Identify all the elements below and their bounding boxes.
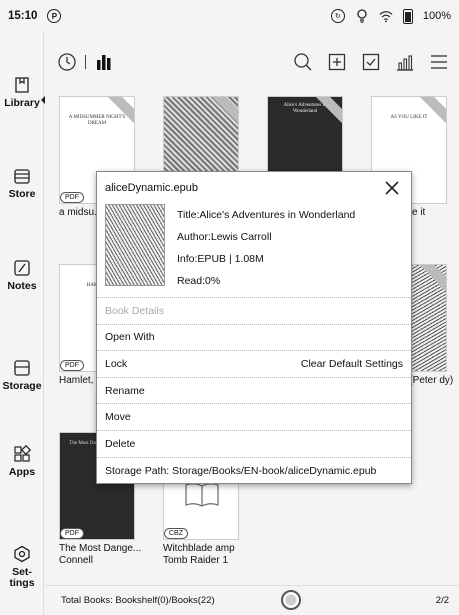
book-title-info: Title:Alice's Adventures in Wonderland [177,209,356,221]
page-indicator[interactable]: 2/2 [436,595,449,606]
clock: 15:10 [8,10,38,22]
menu-item-lock-row: Lock Clear Default Settings [97,351,411,378]
format-badge: PDF [60,360,84,371]
new-ribbon [413,265,446,295]
menu-item-clear-default-settings[interactable]: Clear Default Settings [301,358,403,370]
toolbar-divider [85,55,86,69]
menu-item-open-with[interactable]: Open With [97,325,411,352]
sidebar-item-label: Library [4,97,40,109]
book-read-progress: Read:0% [177,275,221,287]
status-bar: 15:10 P ↻ 100% [0,0,459,32]
library-footer: Total Books: Bookshelf(0)/Books(22) 2/2 [45,585,459,615]
sidebar-item-label: Set- tings [9,566,35,589]
apps-icon [13,445,31,463]
menu-item-delete[interactable]: Delete [97,431,411,458]
home-button[interactable] [281,590,301,610]
book-title: Witchblade amp Tomb Raider 1 [163,543,235,566]
book-metadata: Title:Alice's Adventures in Wonderland A… [177,204,355,297]
dialog-header: aliceDynamic.epub [97,172,411,204]
menu-item-rename[interactable]: Rename [97,378,411,405]
close-button[interactable] [381,177,403,199]
sidebar-item-apps[interactable]: Apps [0,445,44,478]
sync-icon: ↻ [330,9,345,23]
p-notification-icon: P [47,9,62,23]
cover-title: A MIDSUMMER NIGHT'S DREAM [68,115,126,126]
format-badge: PDF [60,528,84,539]
battery-level: 100% [422,10,451,22]
storage-path: Storage Path: Storage/Books/EN-book/alic… [105,464,377,477]
new-ribbon [205,97,238,127]
sidebar-item-settings[interactable]: Set- tings [0,545,44,589]
recent-icon[interactable] [57,52,77,72]
close-icon [385,181,399,195]
statistics-icon[interactable] [395,52,415,72]
book-format-info: Info:EPUB | 1.08M [177,253,264,265]
sidebar-item-label: Apps [8,466,36,478]
format-badge: PDF [60,192,84,203]
sidebar: Library Store Notes Storage Apps Set- ti… [0,32,45,615]
format-badge: CBZ [164,528,188,539]
book-options-dialog: aliceDynamic.epub Title:Alice's Adventur… [96,171,412,484]
multi-select-icon[interactable] [361,52,381,72]
menu-icon[interactable] [429,52,449,72]
book-author-info: Author:Lewis Carroll [177,231,272,243]
sidebar-item-storage[interactable]: Storage [0,359,44,392]
wifi-icon [379,9,393,23]
sidebar-item-label: Notes [7,280,37,292]
dialog-filename: aliceDynamic.epub [105,182,198,194]
sidebar-item-label: Store [8,188,36,200]
library-toolbar [45,50,459,84]
bookshelf-view-icon[interactable] [94,52,114,72]
total-books-count: Total Books: Bookshelf(0)/Books(22) [61,595,215,606]
book-thumbnail [105,204,165,286]
add-icon[interactable] [327,52,347,72]
new-ribbon [413,97,446,127]
store-icon [13,167,31,185]
menu-item-book-details: Book Details [97,298,411,325]
settings-icon [13,545,31,563]
library-icon [13,76,31,94]
comic-book-icon [185,483,219,507]
frontlight-icon [355,9,369,23]
cover-title: AS YOU LIKE IT [390,115,428,120]
sidebar-item-library[interactable]: Library [0,76,45,109]
sidebar-item-label: Storage [2,380,42,392]
book-info: Title:Alice's Adventures in Wonderland A… [97,204,411,298]
notes-icon [13,259,31,277]
sidebar-item-store[interactable]: Store [0,167,44,200]
sidebar-item-notes[interactable]: Notes [0,259,44,292]
storage-icon [13,359,31,377]
menu-item-move[interactable]: Move [97,404,411,431]
search-icon[interactable] [293,52,313,72]
battery-icon [402,8,413,24]
book-title: The Most Dange... Connell [59,543,142,566]
menu-item-lock[interactable]: Lock [105,358,127,370]
